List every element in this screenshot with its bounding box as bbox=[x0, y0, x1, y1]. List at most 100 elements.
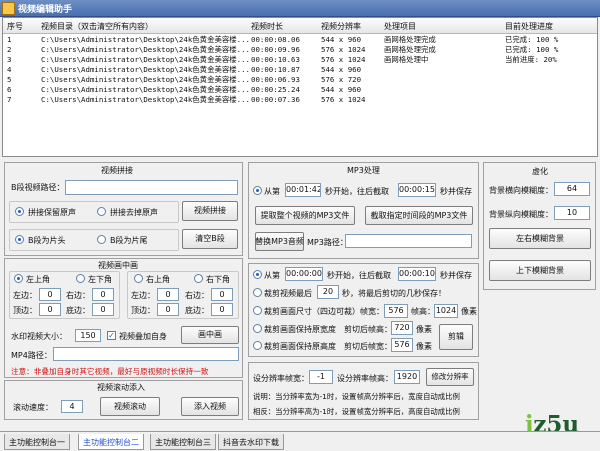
wm-size-input[interactable]: 150 bbox=[75, 329, 101, 342]
remove-audio-label: 拼接去掉原声 bbox=[110, 208, 158, 217]
mp3-len-input[interactable]: 00:00:15 bbox=[398, 183, 436, 197]
blur-h-label: 背景横向模糊度： bbox=[489, 186, 553, 195]
mp3-path-label: MP3路径： bbox=[307, 238, 348, 247]
b-tail-radio[interactable] bbox=[97, 235, 106, 244]
top2-label: 顶边： bbox=[131, 306, 155, 315]
b-path-input[interactable] bbox=[65, 180, 238, 195]
tab-console-1[interactable]: 主功能控制台一 bbox=[4, 434, 70, 450]
scroll-button[interactable]: 视频滚动 bbox=[100, 397, 160, 416]
cut-last-input[interactable]: 20 bbox=[317, 285, 339, 299]
blur-tb-button[interactable]: 上下模糊背景 bbox=[489, 260, 591, 281]
right-input[interactable]: 0 bbox=[92, 288, 114, 301]
resolution-panel: 设分辨率帧宽： -1 设分辨率帧高： 1920 修改分辨率 说明：当分辨率宽为-… bbox=[248, 362, 479, 420]
bottom2-label: 底边： bbox=[185, 306, 209, 315]
keep-height-radio[interactable] bbox=[253, 341, 262, 350]
col-path[interactable]: 视频目录（双击清空所有内容） bbox=[41, 21, 153, 32]
cut-height-label: 剪切后帧高： bbox=[344, 325, 392, 334]
mp3-path-input[interactable] bbox=[345, 234, 472, 248]
crop-save-label: 秒并保存 bbox=[440, 271, 472, 280]
right2-input[interactable]: 0 bbox=[211, 288, 233, 301]
replace-mp3-button[interactable]: 替换MP3音频 bbox=[255, 232, 304, 251]
blur-lr-button[interactable]: 左右模糊背景 bbox=[489, 228, 591, 249]
top-right-radio[interactable] bbox=[134, 274, 143, 283]
frame-height-input[interactable]: 1024 bbox=[434, 304, 458, 318]
table-row[interactable]: 7 C:\Users\Administrator\Desktop\24k色黄金美容… bbox=[3, 95, 597, 105]
remove-audio-radio[interactable] bbox=[97, 207, 106, 216]
bottom2-input[interactable]: 0 bbox=[211, 303, 233, 316]
right2-label: 右边： bbox=[185, 291, 209, 300]
table-row[interactable]: 4 C:\Users\Administrator\Desktop\24k色黄金美容… bbox=[3, 65, 597, 75]
scroll-speed-label: 滚动速度： bbox=[13, 403, 53, 412]
frame-width-input[interactable]: 576 bbox=[384, 304, 408, 318]
mp3-start-input[interactable]: 00:01:42 bbox=[285, 183, 321, 197]
res-width-input[interactable]: -1 bbox=[309, 370, 333, 384]
table-row[interactable]: 1 C:\Users\Administrator\Desktop\24k色黄金美容… bbox=[3, 35, 597, 45]
res-height-input[interactable]: 1920 bbox=[394, 370, 420, 384]
extract-range-mp3-button[interactable]: 截取指定时间段的MP3文件 bbox=[365, 206, 473, 225]
cut-height-input[interactable]: 720 bbox=[391, 321, 413, 335]
left2-input[interactable]: 0 bbox=[157, 288, 179, 301]
cut-last-label: 裁剪视频最后 bbox=[264, 289, 312, 298]
add-video-button[interactable]: 添入视频 bbox=[181, 397, 239, 416]
blur-panel: 虚化 背景横向模糊度： 64 背景纵向模糊度： 10 左右模糊背景 上下模糊背景 bbox=[483, 162, 596, 290]
mp3-panel: MP3处理 从第 00:01:42 秒开始，往后截取 00:00:15 秒并保存… bbox=[248, 162, 479, 259]
col-duration[interactable]: 视频时长 bbox=[251, 21, 283, 32]
bottom-left-label: 左下角 bbox=[88, 275, 112, 284]
bottom-right-radio[interactable] bbox=[194, 274, 203, 283]
pip-button[interactable]: 画中画 bbox=[181, 326, 239, 344]
col-task[interactable]: 处理项目 bbox=[384, 21, 416, 32]
keep-audio-radio[interactable] bbox=[15, 207, 24, 216]
mp3-from-radio[interactable] bbox=[253, 186, 262, 195]
crop-len-input[interactable]: 00:00:10 bbox=[398, 267, 436, 281]
res-note-2: 相反：当分辨率高为-1时，设置帧宽分辨率后，高度自动成比例 bbox=[253, 407, 460, 416]
crop-from-label: 从第 bbox=[264, 271, 280, 280]
table-row[interactable]: 6 C:\Users\Administrator\Desktop\24k色黄金美容… bbox=[3, 85, 597, 95]
top-left-radio[interactable] bbox=[14, 274, 23, 283]
crop-size-radio[interactable] bbox=[253, 306, 262, 315]
crop-size-label: 裁剪画面尺寸（四边可裁）帧宽： bbox=[264, 307, 384, 316]
cut-width-input[interactable]: 576 bbox=[391, 338, 413, 352]
keep-width-radio[interactable] bbox=[253, 324, 262, 333]
extract-all-mp3-button[interactable]: 提取整个视频的MP3文件 bbox=[255, 206, 355, 225]
crop-start-input[interactable]: 00:00:00 bbox=[285, 267, 323, 281]
table-row[interactable]: 3 C:\Users\Administrator\Desktop\24k色黄金美容… bbox=[3, 55, 597, 65]
top-left-label: 左上角 bbox=[26, 275, 50, 284]
overlay-self-checkbox[interactable]: ✓ bbox=[107, 331, 116, 340]
cut-last-radio[interactable] bbox=[253, 288, 262, 297]
frame-height-label: 帧高： bbox=[411, 307, 435, 316]
px-label: 像素 bbox=[461, 307, 477, 316]
left-input[interactable]: 0 bbox=[39, 288, 61, 301]
tab-bar: 主功能控制台一 主功能控制台二 主功能控制台三 抖音去水印下载 bbox=[0, 431, 600, 451]
mp4-path-input[interactable] bbox=[53, 347, 239, 361]
tab-console-2[interactable]: 主功能控制台二 bbox=[78, 434, 144, 450]
table-row[interactable]: 5 C:\Users\Administrator\Desktop\24k色黄金美容… bbox=[3, 75, 597, 85]
change-resolution-button[interactable]: 修改分辨率 bbox=[426, 368, 474, 386]
bottom-input[interactable]: 0 bbox=[92, 303, 114, 316]
blur-v-label: 背景纵向模糊度： bbox=[489, 210, 553, 219]
crop-button[interactable]: 剪辑 bbox=[439, 324, 473, 350]
top2-input[interactable]: 0 bbox=[157, 303, 179, 316]
video-list[interactable]: 序号 视频目录（双击清空所有内容） 视频时长 视频分辨率 处理项目 目前处理进度… bbox=[2, 17, 598, 157]
bottom-left-radio[interactable] bbox=[76, 274, 85, 283]
scroll-speed-input[interactable]: 4 bbox=[61, 400, 83, 413]
table-row[interactable]: 2 C:\Users\Administrator\Desktop\24k色黄金美容… bbox=[3, 45, 597, 55]
mp3-mid-label: 秒开始，往后截取 bbox=[325, 187, 389, 196]
bottom-label: 底边： bbox=[66, 306, 90, 315]
col-progress[interactable]: 目前处理进度 bbox=[505, 21, 553, 32]
mp4-path-label: MP4路径： bbox=[11, 351, 52, 360]
window-title: 视频编辑助手 bbox=[18, 5, 73, 15]
crop-from-radio[interactable] bbox=[253, 270, 262, 279]
b-head-radio[interactable] bbox=[15, 235, 24, 244]
blur-h-input[interactable]: 64 bbox=[554, 182, 590, 196]
blur-v-input[interactable]: 10 bbox=[554, 206, 590, 220]
clear-b-button[interactable]: 清空B段 bbox=[182, 229, 238, 249]
title-bar: 视频编辑助手 bbox=[0, 0, 600, 17]
top-input[interactable]: 0 bbox=[39, 303, 61, 316]
tab-console-3[interactable]: 主功能控制台三 bbox=[150, 434, 216, 450]
col-resolution[interactable]: 视频分辨率 bbox=[321, 21, 361, 32]
splice-panel: 视频拼接 B段视频路径： 拼接保留原声 拼接去掉原声 视频拼接 B段为片头 B段… bbox=[4, 162, 243, 256]
cut-width-label: 剪切后帧宽： bbox=[344, 342, 392, 351]
splice-button[interactable]: 视频拼接 bbox=[182, 201, 238, 221]
tab-douyin-download[interactable]: 抖音去水印下载 bbox=[218, 434, 284, 450]
col-index[interactable]: 序号 bbox=[7, 21, 23, 32]
